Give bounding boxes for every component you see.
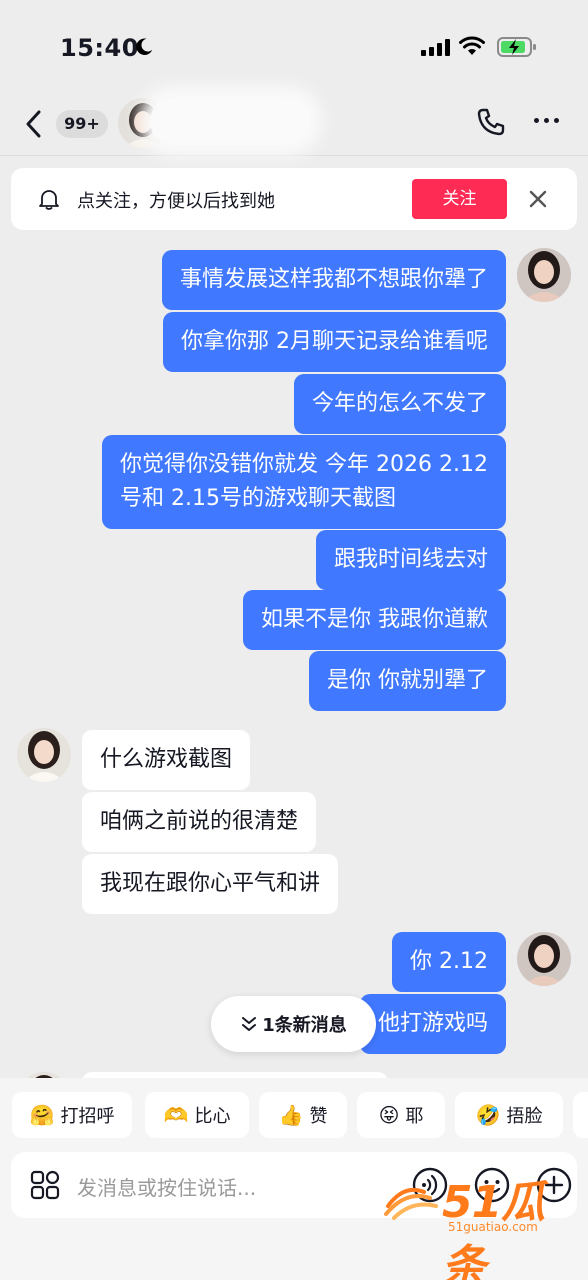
close-icon[interactable] <box>528 189 548 209</box>
cellular-signal-icon <box>421 38 450 56</box>
contact-name-redacted <box>150 98 310 144</box>
battery-charging-icon <box>497 37 536 57</box>
status-time: 15:40 <box>60 34 139 62</box>
heart-hands-emoji-icon: 🫶 <box>163 1103 189 1127</box>
message-bubble-sent[interactable]: 今年的怎么不发了 <box>293 374 506 434</box>
quick-reply-facepalm[interactable]: 🤣 捂脸 <box>455 1092 563 1138</box>
unread-count-badge[interactable]: 99+ <box>56 110 108 138</box>
quick-reply-overflow[interactable] <box>573 1092 588 1138</box>
phone-call-icon[interactable] <box>475 106 507 138</box>
chat-message-list[interactable]: 事情发展这样我都不想跟你犟了 你拿你那 2月聊天记录给谁看呢 今年的怎么不发了 … <box>0 240 588 1078</box>
quick-reply-label: 捂脸 <box>506 1106 543 1127</box>
quick-reply-yeah[interactable]: 😝 耶 <box>357 1092 445 1138</box>
watermark-logo: 51瓜条 51guatiao.com <box>384 1162 580 1280</box>
new-message-indicator[interactable]: 1条新消息 <box>211 996 376 1052</box>
chat-header: 99+ <box>0 92 588 156</box>
message-bubble-sent[interactable]: 你 2.12 <box>392 932 506 992</box>
hug-emoji-icon: 🤗 <box>29 1103 55 1127</box>
more-options-icon[interactable] <box>534 118 559 123</box>
my-avatar[interactable] <box>517 248 571 302</box>
facepalm-emoji-icon: 🤣 <box>475 1103 501 1127</box>
follow-button[interactable]: 关注 <box>412 179 507 219</box>
message-bubble-sent[interactable]: 你觉得你没错你就发 今年 2026 2.12 号和 2.15号的游戏聊天截图 <box>102 435 506 529</box>
message-bubble-sent[interactable]: 如果不是你 我跟你道歉 <box>243 590 506 650</box>
my-avatar-image <box>517 932 571 986</box>
quick-reply-label: 打招呼 <box>60 1106 115 1127</box>
status-bar: 15:40 <box>0 0 588 92</box>
watermark-url: 51guatiao.com <box>448 1220 538 1234</box>
back-arrow-icon[interactable] <box>22 108 46 140</box>
quick-reply-like[interactable]: 👍 赞 <box>259 1092 347 1138</box>
watermark-wave-icon <box>384 1187 438 1220</box>
message-bubble-sent[interactable]: 是你 你就别犟了 <box>309 651 506 711</box>
quick-reply-hello[interactable]: 🤗 打招呼 <box>12 1092 132 1138</box>
quick-reply-label: 赞 <box>309 1106 328 1127</box>
thumbs-up-emoji-icon: 👍 <box>278 1103 304 1127</box>
tongue-out-emoji-icon: 😝 <box>378 1103 400 1127</box>
message-bubble-sent[interactable]: 他打游戏吗 <box>359 994 506 1054</box>
contact-message-avatar[interactable] <box>17 728 71 782</box>
moon-icon <box>136 38 153 55</box>
input-placeholder: 发消息或按住说话... <box>77 1176 257 1200</box>
message-bubble-sent[interactable]: 跟我时间线去对 <box>315 530 506 590</box>
follow-banner: 点关注，方便以后找到她 关注 <box>11 168 577 230</box>
apps-grid-icon[interactable] <box>29 1169 61 1201</box>
wifi-icon <box>459 36 485 55</box>
message-bubble-received[interactable]: 咱俩之前说的很清楚 <box>82 792 317 852</box>
contact-avatar-image <box>17 728 71 782</box>
bell-icon <box>39 190 59 210</box>
follow-prompt-text: 点关注，方便以后找到她 <box>77 191 275 212</box>
quick-reply-bar: 🤗 打招呼 🫶 比心 👍 赞 😝 耶 🤣 捂脸 <box>0 1078 588 1148</box>
my-avatar-image <box>517 248 571 302</box>
quick-reply-label: 比心 <box>194 1106 231 1127</box>
my-avatar[interactable] <box>517 932 571 986</box>
quick-reply-label: 耶 <box>405 1106 424 1127</box>
message-bubble-received[interactable]: 什么游戏截图 <box>82 730 251 790</box>
quick-reply-heart[interactable]: 🫶 比心 <box>145 1092 249 1138</box>
double-chevron-down-icon <box>242 1017 257 1031</box>
new-message-label: 1条新消息 <box>262 1015 347 1036</box>
message-bubble-sent[interactable]: 你拿你那 2月聊天记录给谁看呢 <box>163 312 506 372</box>
message-bubble-sent[interactable]: 事情发展这样我都不想跟你犟了 <box>161 250 506 310</box>
message-bubble-received[interactable]: 我现在跟你心平气和讲 <box>82 854 339 914</box>
